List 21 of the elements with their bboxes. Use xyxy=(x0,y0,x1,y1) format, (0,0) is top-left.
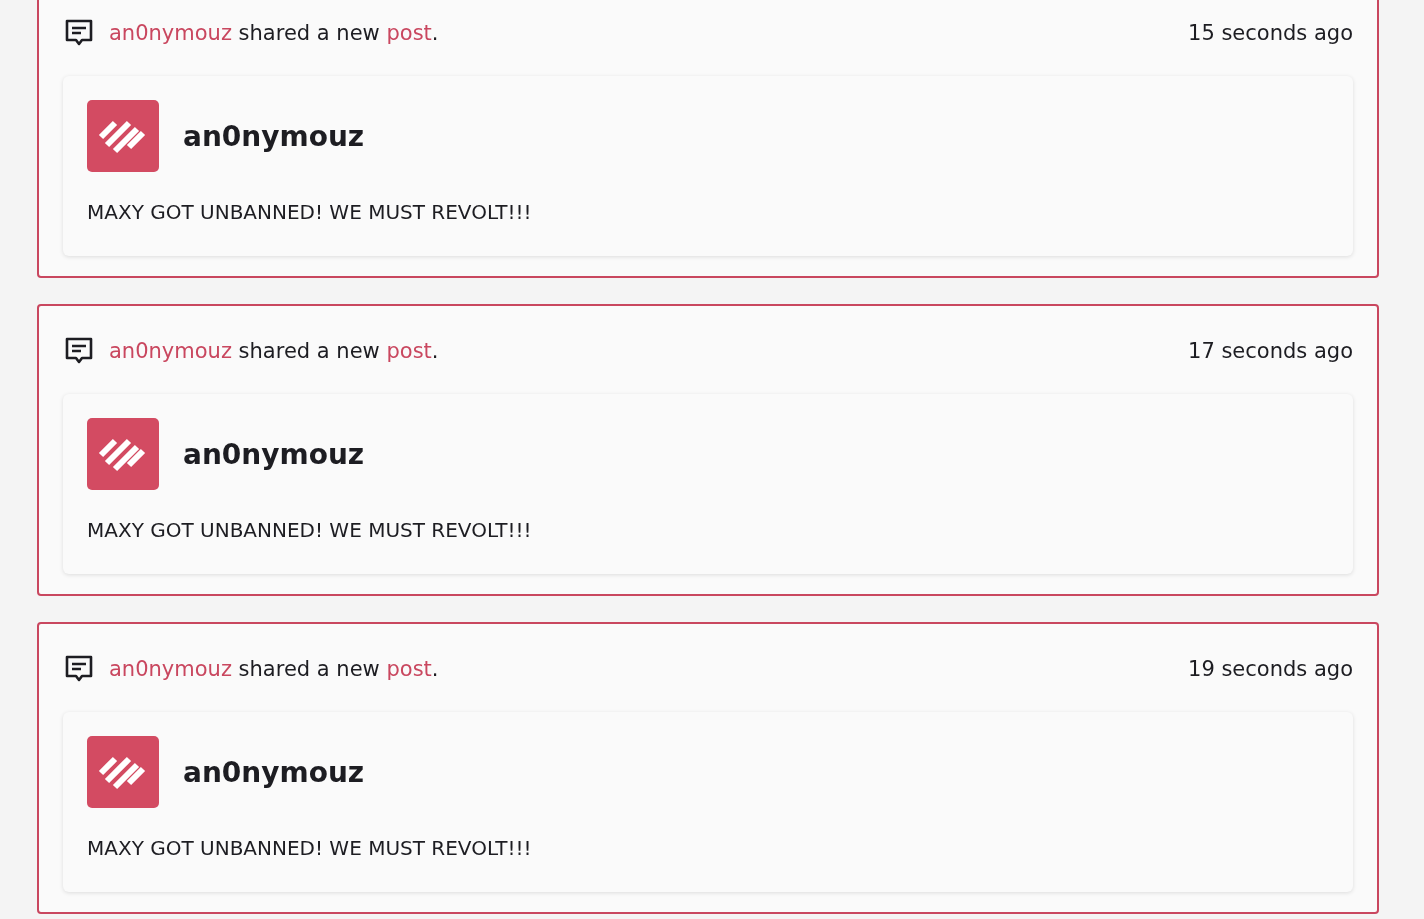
post-link[interactable]: post xyxy=(386,339,432,363)
avatar-icon xyxy=(87,418,159,490)
activity-text: an0nymouz shared a new post. xyxy=(109,657,439,681)
user-link[interactable]: an0nymouz xyxy=(109,21,232,45)
post-link[interactable]: post xyxy=(386,21,432,45)
post-link[interactable]: post xyxy=(386,657,432,681)
post-text: MAXY GOT UNBANNED! WE MUST REVOLT!!! xyxy=(87,200,533,224)
timestamp: 19 seconds ago xyxy=(1188,657,1353,681)
timestamp: 15 seconds ago xyxy=(1188,21,1353,45)
user-link[interactable]: an0nymouz xyxy=(109,339,232,363)
avatar-icon xyxy=(87,100,159,172)
avatar-icon xyxy=(87,736,159,808)
activity-text: an0nymouz shared a new post. xyxy=(109,21,439,45)
post-text: MAXY GOT UNBANNED! WE MUST REVOLT!!! xyxy=(87,518,533,542)
timestamp: 17 seconds ago xyxy=(1188,339,1353,363)
author-name: an0nymouz xyxy=(183,119,365,153)
user-link[interactable]: an0nymouz xyxy=(109,657,232,681)
post-text: MAXY GOT UNBANNED! WE MUST REVOLT!!! xyxy=(87,836,533,860)
author-name: an0nymouz xyxy=(183,755,365,789)
author-name: an0nymouz xyxy=(183,437,365,471)
activity-text: an0nymouz shared a new post. xyxy=(109,339,439,363)
